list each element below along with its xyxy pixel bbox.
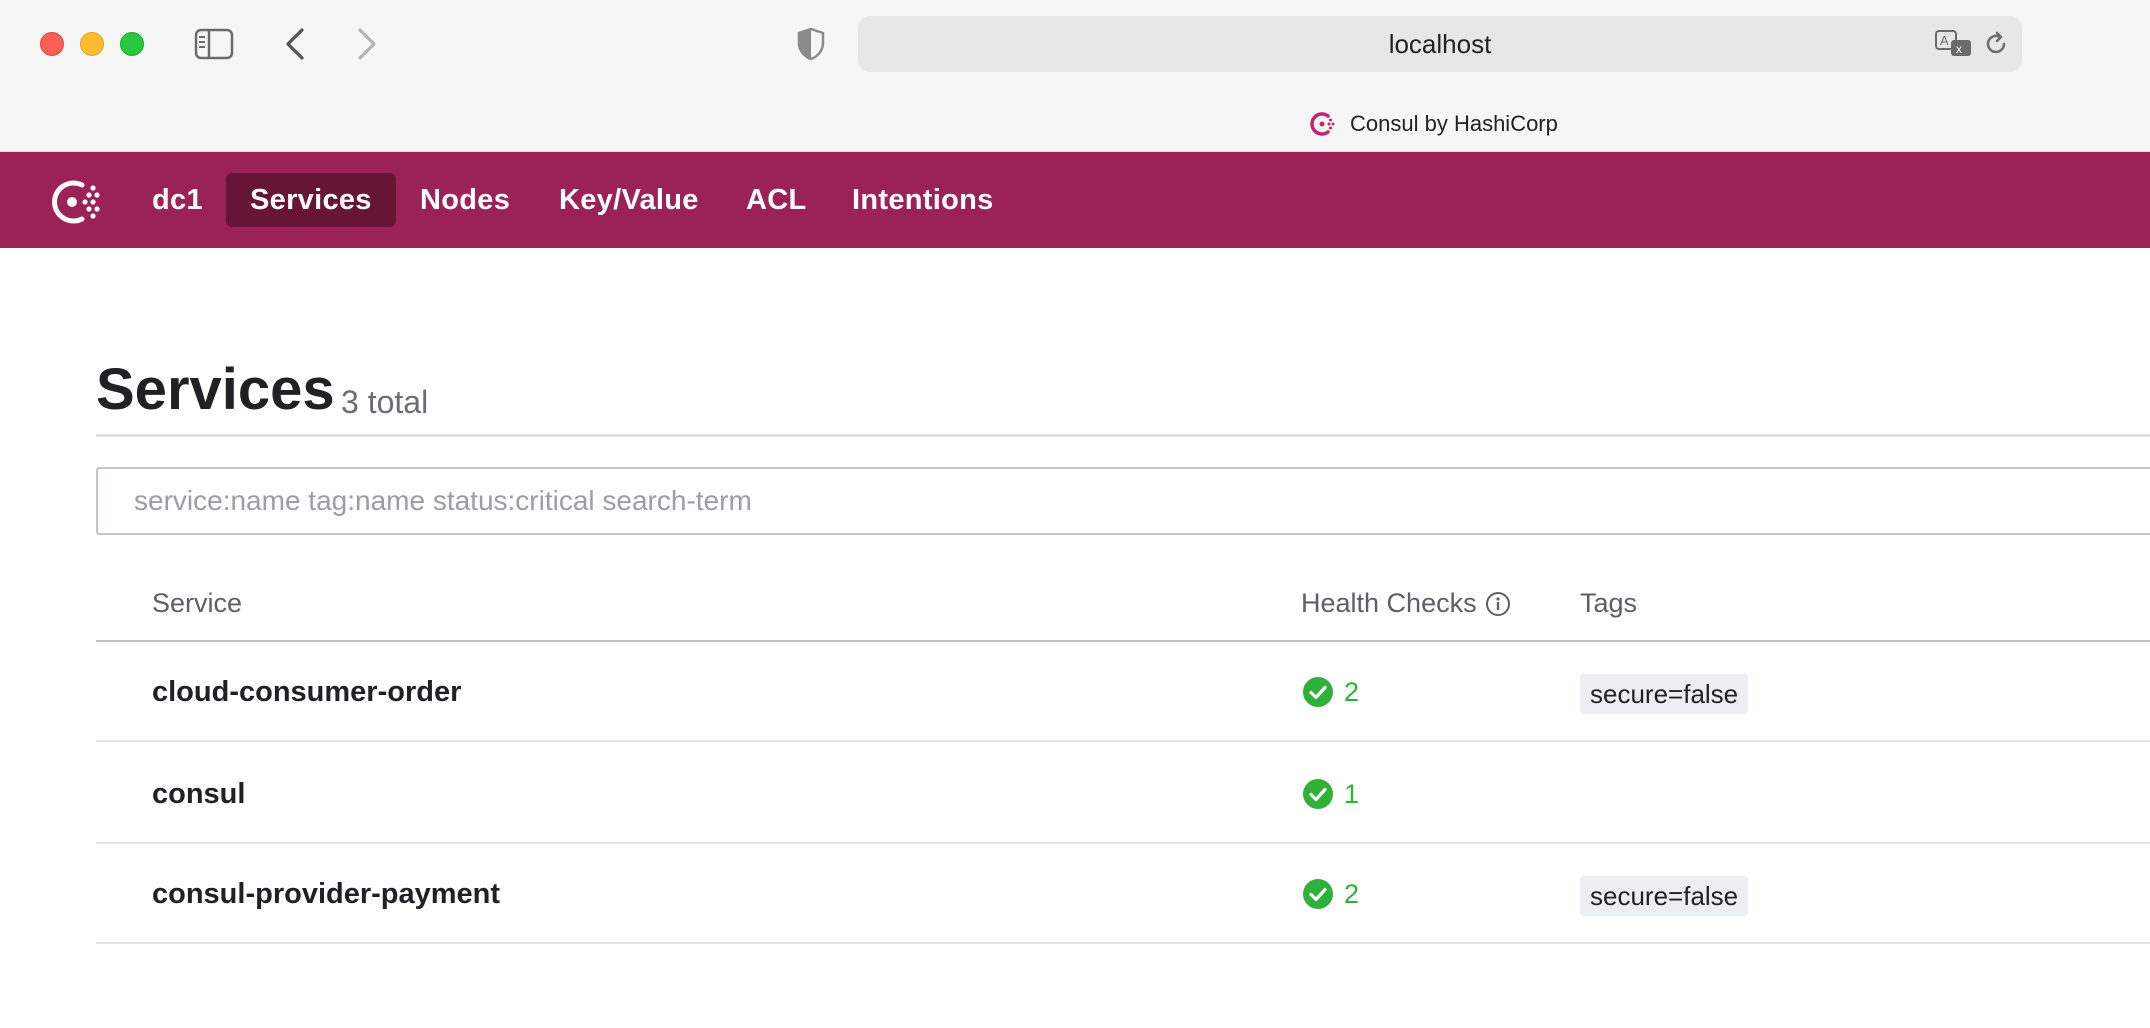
datacenter-selector[interactable]: dc1	[128, 173, 227, 227]
privacy-shield-icon[interactable]	[794, 26, 828, 62]
translate-icon[interactable]: Ax	[1934, 28, 1974, 60]
health-check-count: 2	[1344, 878, 1360, 909]
table-row[interactable]: consul 1	[96, 744, 2150, 844]
address-bar[interactable]: localhost Ax	[858, 16, 2022, 72]
svg-text:A: A	[1940, 33, 1949, 48]
nav-item-intentions[interactable]: Intentions	[828, 173, 1018, 227]
health-check-count: 1	[1344, 778, 1360, 809]
zoom-window-button[interactable]	[120, 32, 144, 56]
back-arrow-icon[interactable]	[278, 24, 314, 64]
check-circle-icon	[1303, 879, 1333, 909]
search-input[interactable]	[96, 467, 2150, 535]
nav-item-key-value[interactable]: Key/Value	[535, 173, 723, 227]
column-header-health-checks-label: Health Checks	[1301, 588, 1477, 618]
forward-arrow-icon[interactable]	[348, 24, 384, 64]
column-header-service[interactable]: Service	[152, 588, 242, 619]
check-circle-icon	[1303, 779, 1333, 809]
tag-badge: secure=false	[1580, 876, 1749, 916]
nav-item-nodes[interactable]: Nodes	[396, 173, 534, 227]
column-header-health-checks[interactable]: Health Checks	[1301, 588, 1511, 619]
service-name-link[interactable]: consul-provider-payment	[152, 844, 500, 944]
tab-title: Consul by HashiCorp	[1350, 111, 1558, 136]
svg-text:x: x	[1956, 42, 1962, 56]
sidebar-toggle-icon[interactable]	[194, 28, 234, 60]
health-check-count: 2	[1344, 676, 1360, 707]
column-header-tags[interactable]: Tags	[1580, 588, 1637, 619]
url-text[interactable]: localhost	[858, 16, 2022, 72]
reload-icon[interactable]	[1982, 30, 2010, 58]
service-name-link[interactable]: consul	[152, 744, 245, 844]
health-check-status: 2	[1302, 844, 1359, 944]
close-window-button[interactable]	[40, 32, 64, 56]
title-divider	[96, 434, 2150, 437]
consul-favicon-icon	[1310, 112, 1335, 136]
check-circle-icon	[1303, 677, 1333, 707]
active-tab[interactable]: Consul by HashiCorp	[1308, 106, 1558, 142]
health-check-status: 2	[1302, 642, 1359, 742]
nav-item-services[interactable]: Services	[226, 173, 396, 227]
minimize-window-button[interactable]	[80, 32, 104, 56]
service-count: 3 total	[341, 384, 429, 420]
table-row[interactable]: cloud-consumer-order 2 secure=false	[96, 642, 2150, 742]
main-navigation: dc1 Services Nodes Key/Value ACL Intenti…	[0, 152, 2150, 248]
service-name-link[interactable]: cloud-consumer-order	[152, 642, 461, 742]
tag-badge: secure=false	[1580, 674, 1749, 714]
nav-item-acl[interactable]: ACL	[722, 173, 831, 227]
page-title: Services	[96, 357, 335, 422]
browser-toolbar: localhost Ax Consul by HashiCorp	[0, 0, 2150, 152]
consul-logo-icon[interactable]	[44, 172, 104, 232]
info-icon[interactable]	[1485, 591, 1511, 617]
table-row[interactable]: consul-provider-payment 2 secure=false	[96, 844, 2150, 944]
health-check-status: 1	[1302, 744, 1359, 844]
